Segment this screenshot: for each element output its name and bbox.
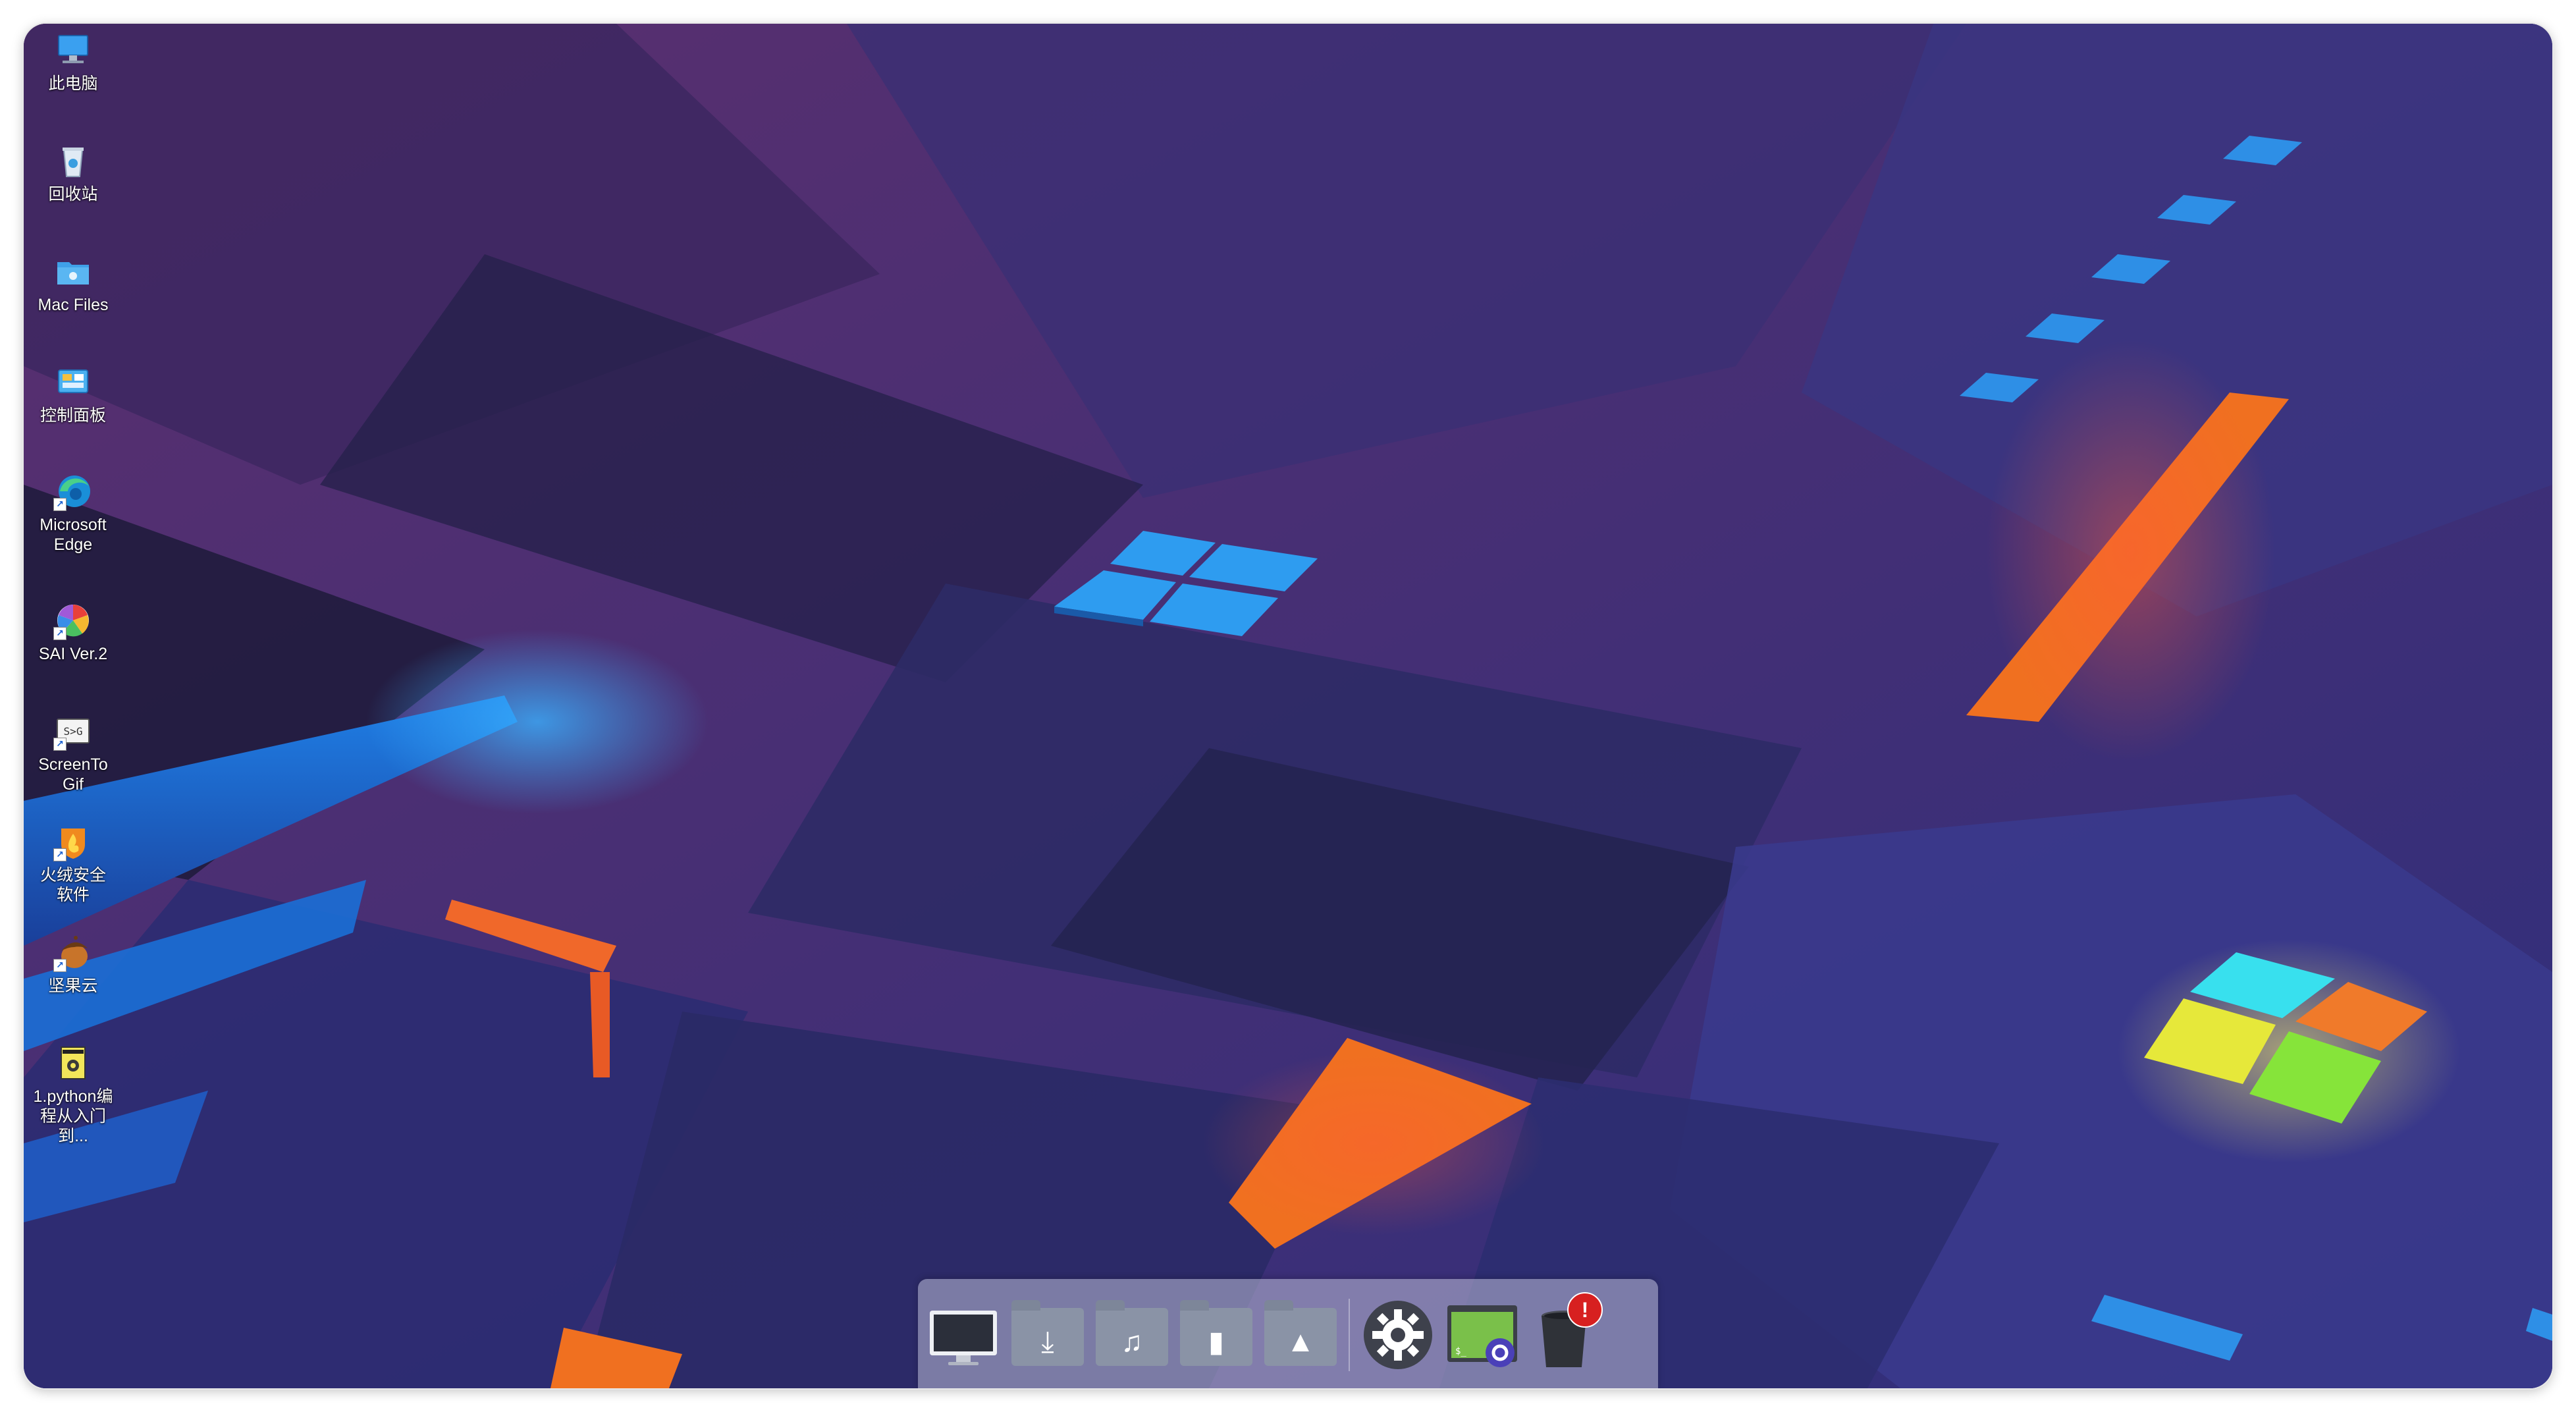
gear-icon [1364,1301,1432,1369]
desktop-icon-python-book[interactable]: 1.python编程从入门到... [33,1043,113,1146]
desktop-icon-label: ScreenToGif [38,755,108,794]
desktop-icon-label: Mac Files [38,296,109,314]
dock-item-terminal-settings[interactable]: $_ [1443,1296,1521,1374]
dock-item-computer[interactable] [925,1296,1002,1374]
desktop-icon-recycle-bin[interactable]: 回收站 [33,141,113,204]
desktop-icon-label: 控制面板 [40,406,106,425]
desktop-icon-label: 此电脑 [48,74,98,93]
desktop-icon-screentogif[interactable]: S>G ↗ ScreenToGif [33,711,113,794]
desktop-icon-label: 火绒安全软件 [40,866,106,904]
monitor-icon [930,1311,997,1365]
downloads-folder-icon: ⤓ [1011,1300,1084,1366]
svg-text:S>G: S>G [64,725,83,738]
control-panel-icon [53,362,93,402]
desktop-icon-label: Microsoft Edge [40,516,107,554]
dock-separator [1349,1299,1350,1371]
dock-item-trash[interactable]: ! [1528,1292,1605,1374]
this-pc-icon [53,30,93,70]
edge-icon: ↗ [53,472,93,511]
dock-item-music[interactable]: ♫ [1093,1296,1171,1374]
dock-item-downloads[interactable]: ⤓ [1009,1296,1087,1374]
huorong-icon: ↗ [53,822,93,861]
desktop-icon-sai[interactable]: ↗ SAI Ver.2 [33,601,113,664]
desktop-icon-mac-files[interactable]: Mac Files [33,252,113,315]
wallpaper-color-logo [2118,939,2460,1163]
pictures-folder-icon: ▲ [1264,1300,1337,1366]
notification-badge: ! [1567,1292,1603,1328]
desktop-icon-jianguoyun[interactable]: ↗ 坚果云 [33,933,113,996]
wallpaper [24,24,2552,1388]
jianguoyun-icon: ↗ [53,933,93,972]
sai-icon: ↗ [53,601,93,640]
desktop-icon-microsoft-edge[interactable]: ↗ Microsoft Edge [33,472,113,555]
desktop-icon-huorong[interactable]: ↗ 火绒安全软件 [33,822,113,905]
documents-folder-icon: ▮ [1180,1300,1252,1366]
desktop-icon-label: 坚果云 [48,977,98,995]
dock-item-pictures[interactable]: ▲ [1262,1296,1339,1374]
desktop-screen: 此电脑 回收站 Mac Files 控制面板 ↗ Microsoft Edge … [24,24,2552,1388]
mac-files-folder-icon [53,252,93,291]
python-book-icon [53,1043,93,1083]
music-folder-icon: ♫ [1096,1300,1168,1366]
dock-item-settings[interactable] [1359,1296,1437,1374]
dock: ⤓ ♫ ▮ ▲ $_ ! [918,1279,1658,1388]
svg-text:$_: $_ [1455,1346,1466,1357]
desktop-icon-this-pc[interactable]: 此电脑 [33,30,113,94]
desktop-icon-label: SAI Ver.2 [38,645,108,663]
desktop-icon-label: 回收站 [48,185,98,204]
terminal-gear-icon: $_ [1447,1305,1517,1367]
dock-item-documents[interactable]: ▮ [1177,1296,1255,1374]
recycle-bin-icon [53,141,93,180]
screentogif-icon: S>G ↗ [53,711,93,751]
desktop-icon-control-panel[interactable]: 控制面板 [33,362,113,425]
desktop-icon-label: 1.python编程从入门到... [33,1087,113,1145]
